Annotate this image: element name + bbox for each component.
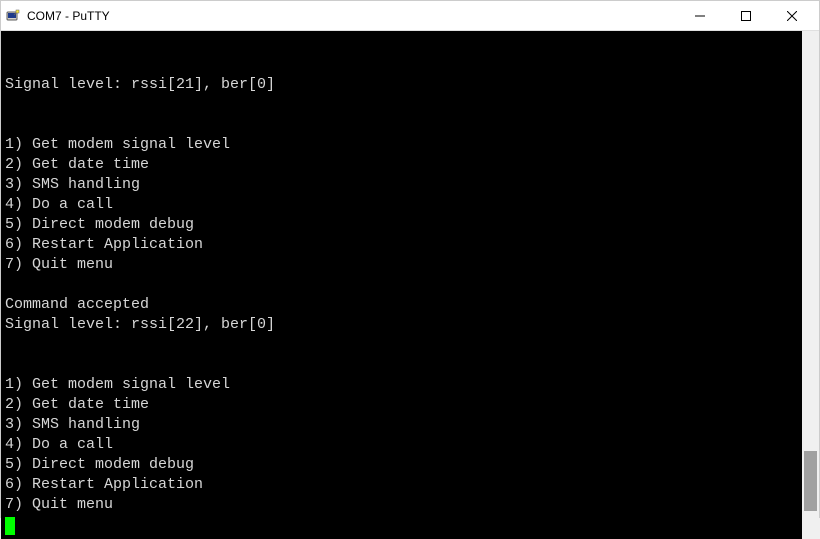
terminal-line: 7) Quit menu xyxy=(5,495,798,515)
terminal-line: 5) Direct modem debug xyxy=(5,455,798,475)
terminal-line xyxy=(5,275,798,295)
terminal-line: 3) SMS handling xyxy=(5,415,798,435)
terminal-line: 1) Get modem signal level xyxy=(5,375,798,395)
terminal-line: 5) Direct modem debug xyxy=(5,215,798,235)
scrollbar-thumb[interactable] xyxy=(804,451,817,511)
terminal-line: 1) Get modem signal level xyxy=(5,135,798,155)
putty-icon xyxy=(5,8,21,24)
terminal-line: Signal level: rssi[21], ber[0] xyxy=(5,75,798,95)
terminal-line xyxy=(5,355,798,375)
terminal-line: 4) Do a call xyxy=(5,435,798,455)
window-controls xyxy=(677,1,815,31)
terminal-line: 7) Quit menu xyxy=(5,255,798,275)
minimize-button[interactable] xyxy=(677,1,723,31)
terminal-line: 2) Get date time xyxy=(5,395,798,415)
app-window: COM7 - PuTTY Signal level: rssi[21] xyxy=(0,0,820,518)
window-title: COM7 - PuTTY xyxy=(27,9,677,23)
terminal-line xyxy=(5,515,798,535)
scrollbar[interactable] xyxy=(802,31,819,539)
terminal-line: Command accepted xyxy=(5,295,798,315)
terminal-line xyxy=(5,95,798,115)
terminal-line xyxy=(5,115,798,135)
terminal-line: 4) Do a call xyxy=(5,195,798,215)
terminal-cursor xyxy=(5,517,15,535)
terminal-line xyxy=(5,335,798,355)
terminal-line: 2) Get date time xyxy=(5,155,798,175)
terminal-line: Signal level: rssi[22], ber[0] xyxy=(5,315,798,335)
terminal-line: 6) Restart Application xyxy=(5,475,798,495)
terminal-area: Signal level: rssi[21], ber[0] 1) Get mod… xyxy=(1,31,819,539)
terminal[interactable]: Signal level: rssi[21], ber[0] 1) Get mod… xyxy=(1,31,802,539)
scrollbar-track[interactable] xyxy=(802,31,819,539)
terminal-line: 3) SMS handling xyxy=(5,175,798,195)
terminal-line: 6) Restart Application xyxy=(5,235,798,255)
titlebar[interactable]: COM7 - PuTTY xyxy=(1,1,819,31)
close-button[interactable] xyxy=(769,1,815,31)
maximize-button[interactable] xyxy=(723,1,769,31)
